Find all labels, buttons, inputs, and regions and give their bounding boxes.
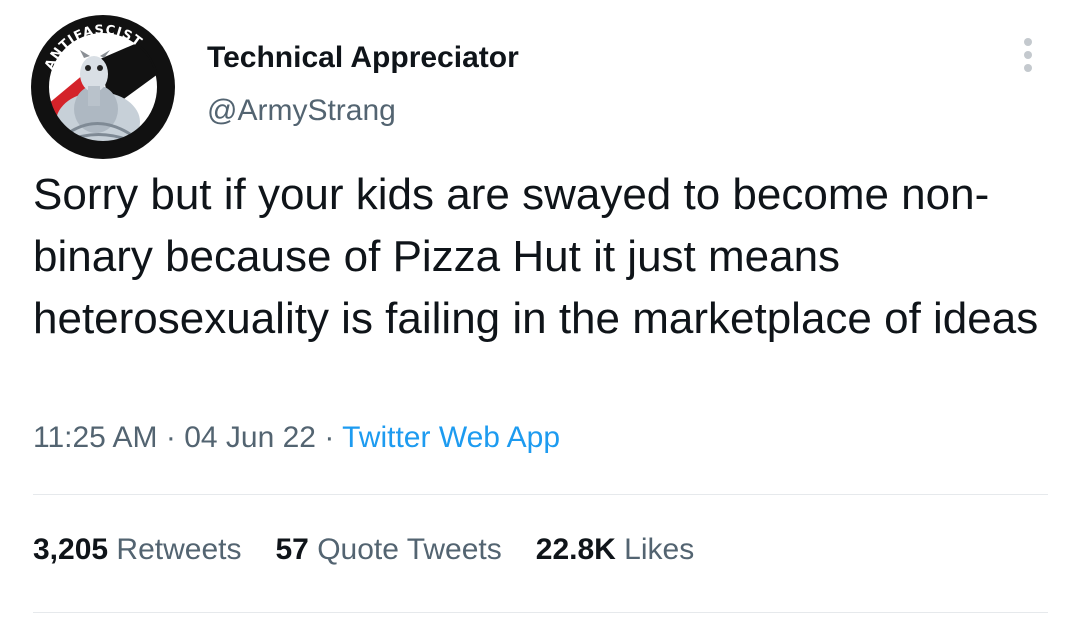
more-dot <box>1024 64 1032 72</box>
retweets-count: 3,205 <box>33 533 109 566</box>
avatar[interactable]: ANTIFASCIST <box>30 14 176 160</box>
meta-separator: · <box>165 421 176 454</box>
quote-tweets-stat[interactable]: 57 Quote Tweets <box>275 533 501 567</box>
meta-separator: · <box>324 421 335 454</box>
user-handle[interactable]: @ArmyStrang <box>207 94 396 128</box>
more-dot <box>1024 51 1032 59</box>
retweets-stat[interactable]: 3,205 Retweets <box>33 533 241 567</box>
tweet-date[interactable]: 04 Jun 22 <box>184 421 316 454</box>
tweet-meta: 11:25 AM · 04 Jun 22 · Twitter Web App <box>33 421 560 455</box>
tweet-stats: 3,205 Retweets 57 Quote Tweets 22.8K Lik… <box>33 533 694 567</box>
likes-stat[interactable]: 22.8K Likes <box>536 533 694 567</box>
retweets-label: Retweets <box>116 533 242 566</box>
divider <box>33 612 1048 613</box>
likes-count: 22.8K <box>535 533 616 566</box>
more-vertical-icon <box>1024 38 1032 46</box>
tweet-text: Sorry but if your kids are swayed to bec… <box>33 170 1039 343</box>
quote-tweets-label: Quote Tweets <box>317 533 502 566</box>
avatar-image: ANTIFASCIST <box>31 15 175 159</box>
display-name[interactable]: Technical Appreciator <box>207 41 519 75</box>
tweet-card: ANTIFASCIST Technical Appreciator @ArmyS… <box>0 0 1080 622</box>
quote-tweets-count: 57 <box>275 533 309 566</box>
tweet-time[interactable]: 11:25 AM <box>33 421 158 454</box>
divider <box>33 494 1048 495</box>
more-options-button[interactable] <box>1008 34 1048 76</box>
likes-label: Likes <box>624 533 695 566</box>
tweet-source-link[interactable]: Twitter Web App <box>342 421 560 454</box>
